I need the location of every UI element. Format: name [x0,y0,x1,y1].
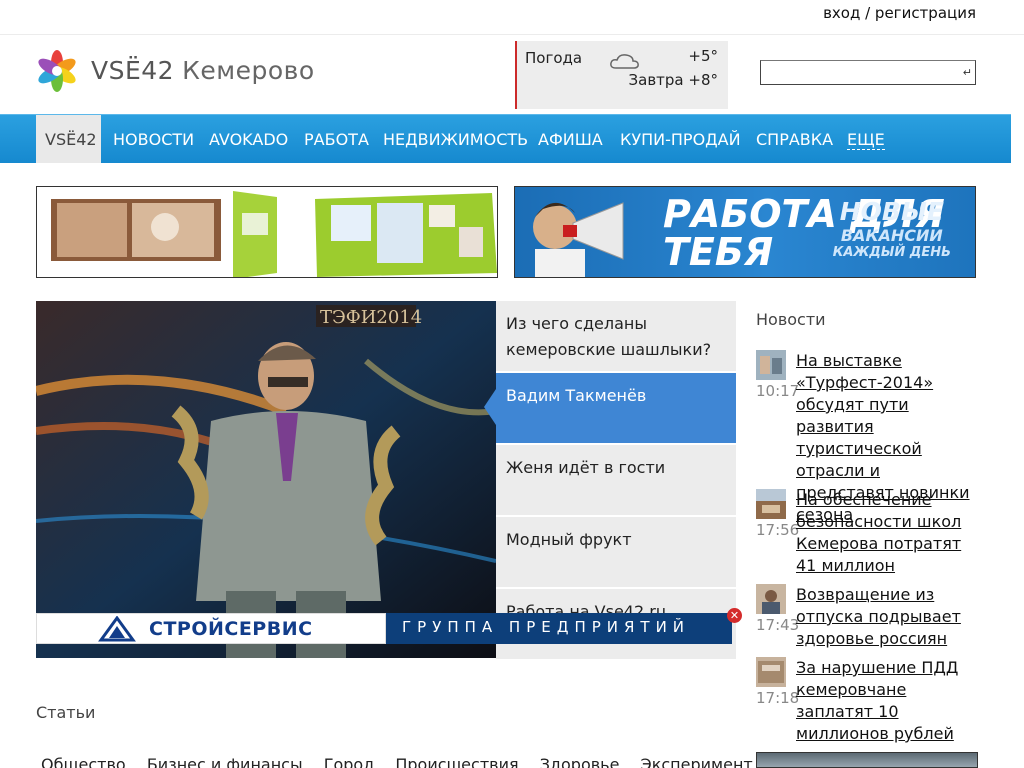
featured-tabs: Из чего сделаны кемеровские шашлыки? Вад… [484,301,736,659]
login-register-link[interactable]: вход / регистрация [823,4,976,22]
nav-item-buy-sell[interactable]: КУПИ-ПРОДАЙ [620,130,741,149]
news-thumbnail[interactable] [756,584,786,614]
vse42-logo-icon[interactable] [36,50,78,92]
hero-image[interactable]: ТЭФИ2014 [36,301,496,658]
news-heading: Новости [756,310,826,329]
header-divider [0,34,1024,35]
news-link[interactable]: Возвращение из отпуска подрывает здоровь… [796,584,981,650]
site-brand[interactable]: VSЁ42 Кемерово [91,56,315,85]
news-link[interactable]: За нарушение ПДД кемеровчане заплатят 10… [796,657,981,745]
news-thumbnail[interactable] [756,489,786,519]
ad-left-text: СТРОЙСЕРВИС [149,618,313,640]
articles-heading: Статьи [36,703,96,722]
article-categories: Общество Бизнес и финансы Город Происшес… [41,755,769,768]
news-thumbnail[interactable] [756,350,786,380]
tab-vadim[interactable]: Вадим Такменёв [484,373,736,443]
category-incidents[interactable]: Происшествия [395,755,518,768]
news-time: 17:18 [756,689,800,707]
category-experiment[interactable]: Эксперимент [641,755,753,768]
stroyservis-logo-icon [98,616,136,642]
city-name: Кемерово [182,56,315,85]
hero-photo: ТЭФИ2014 [36,301,496,658]
news-time: 10:17 [756,382,800,400]
photobook-banner[interactable] [36,186,498,278]
job-banner-vacancies: ВАКАНСИИ [840,226,943,245]
photobook-image [51,191,497,277]
hero-sign: ТЭФИ2014 [320,307,422,328]
nav-item-help[interactable]: СПРАВКА [756,130,833,149]
weather-label: Погода [525,49,583,67]
nav-item-more[interactable]: ЕЩЕ [847,130,885,150]
tab-kebab[interactable]: Из чего сделаны кемеровские шашлыки? [496,301,736,371]
news-bottom-image[interactable] [756,752,978,768]
close-icon[interactable]: ✕ [727,608,742,623]
nav-item-vse42[interactable]: VSЁ42 [36,115,101,163]
tab-zhenya[interactable]: Женя идёт в гости [496,445,736,515]
job-banner[interactable]: РАБОТА ДЛЯ ТЕБЯ НОВЫЕ ВАКАНСИИ КАЖДЫЙ ДЕ… [514,186,976,278]
enter-icon[interactable]: ↵ [963,66,972,79]
job-banner-daily: КАЖДЫЙ ДЕНЬ [832,245,951,260]
category-health[interactable]: Здоровье [540,755,620,768]
weather-tomorrow: Завтра +8° [628,71,718,89]
search-input[interactable]: ↵ [760,60,976,85]
nav-item-afisha[interactable]: АФИША [538,130,603,149]
stroyservis-ad[interactable]: СТРОЙСЕРВИС ГРУППА ПРЕДПРИЯТИЙ [36,613,738,644]
ad-left: СТРОЙСЕРВИС [36,613,386,644]
category-city[interactable]: Город [324,755,375,768]
news-time: 17:43 [756,616,800,634]
job-banner-new: НОВЫЕ [839,197,944,226]
news-time: 17:56 [756,521,800,539]
tab-fruit[interactable]: Модный фрукт [496,517,736,587]
news-link[interactable]: На обеспечение безопасности школ Кемеров… [796,489,981,577]
weather-widget[interactable]: Погода +5° Завтра +8° [515,41,728,109]
cloud-icon [610,54,639,69]
news-thumbnail[interactable] [756,657,786,687]
nav-item-news[interactable]: НОВОСТИ [113,130,194,149]
job-banner-side: НОВЫЕ ВАКАНСИИ КАЖДЫЙ ДЕНЬ [833,197,951,260]
main-nav: VSЁ42 НОВОСТИ AVOKADO РАБОТА НЕДВИЖИМОСТ… [0,114,1011,163]
ad-right-text: ГРУППА ПРЕДПРИЯТИЙ [386,613,732,644]
category-business[interactable]: Бизнес и финансы [147,755,303,768]
weather-now: +5° [688,47,718,65]
brand-name[interactable]: VSЁ42 [91,56,174,85]
nav-item-avokado[interactable]: AVOKADO [209,130,288,149]
megaphone-man-image [533,202,624,277]
nav-item-realty[interactable]: НЕДВИЖИМОСТЬ [383,130,528,149]
category-society[interactable]: Общество [41,755,126,768]
nav-item-work[interactable]: РАБОТА [304,130,369,149]
login-register-text[interactable]: вход / регистрация [823,4,976,22]
